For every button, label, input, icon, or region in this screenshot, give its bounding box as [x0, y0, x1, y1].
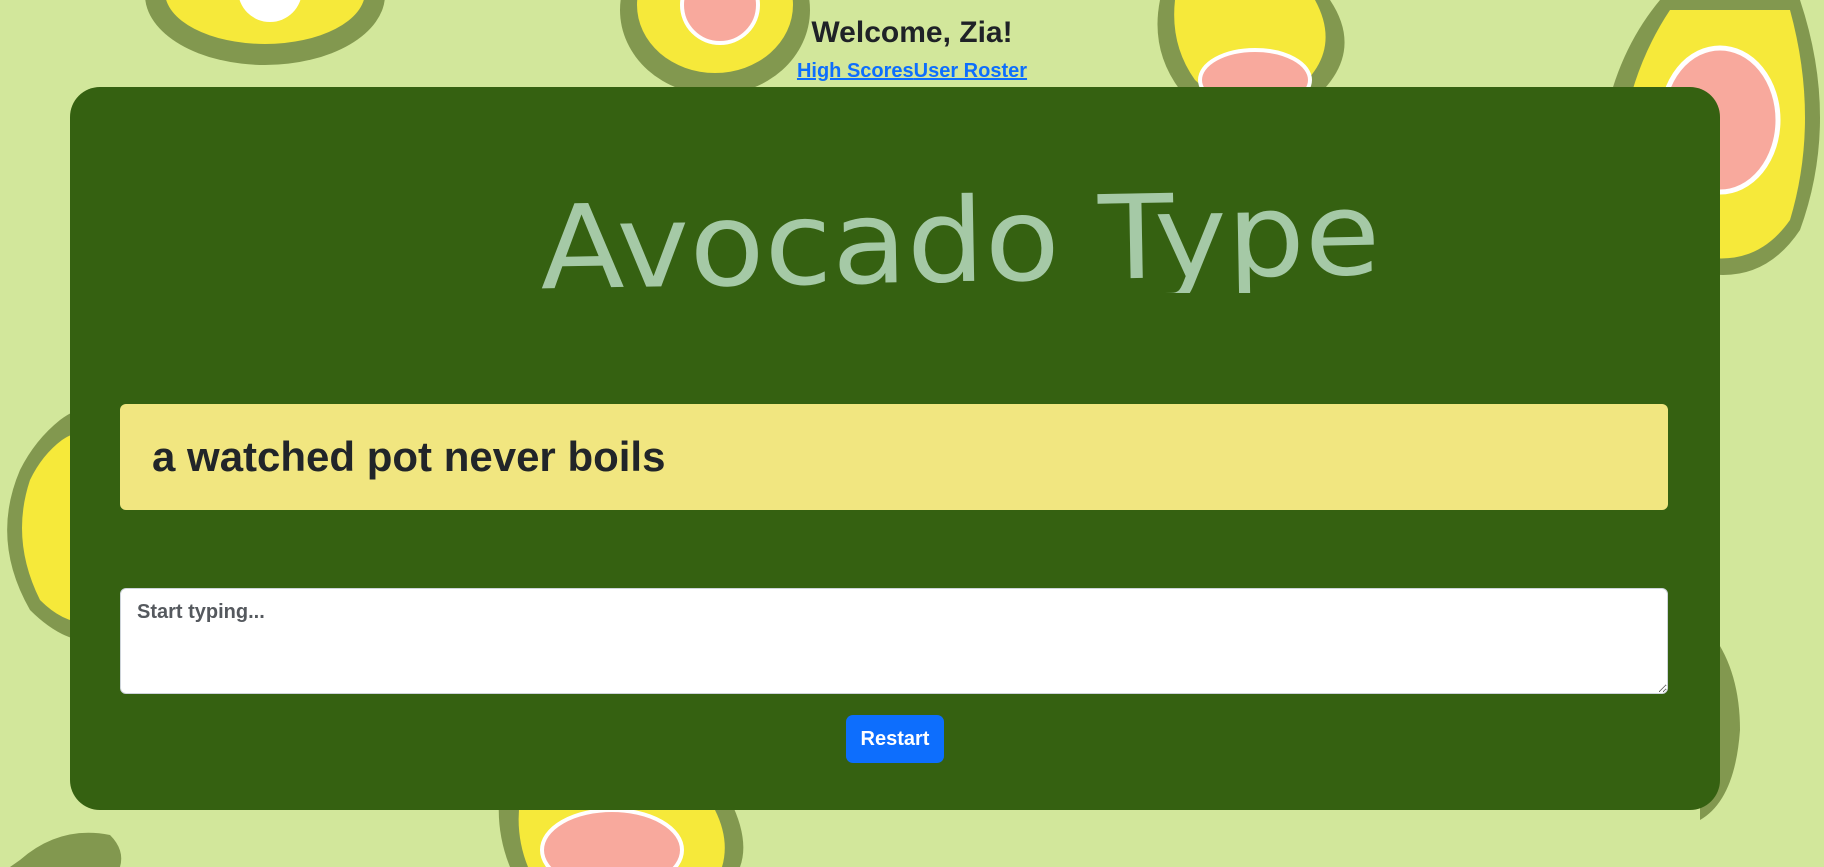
- app-title: Avocado Type: [539, 173, 1381, 293]
- user-roster-link[interactable]: User Roster: [914, 60, 1027, 82]
- header: Welcome, Zia! High ScoresUser Roster: [0, 0, 1824, 82]
- nav-links: High ScoresUser Roster: [0, 60, 1824, 82]
- game-card: Avocado Type a watched pot never boils R…: [70, 87, 1720, 810]
- app-logo: Avocado Type: [530, 167, 1400, 317]
- quote-text: a watched pot never boils: [152, 433, 666, 480]
- typing-input[interactable]: [120, 588, 1668, 694]
- restart-button[interactable]: Restart: [846, 715, 944, 763]
- quote-display: a watched pot never boils: [120, 404, 1668, 510]
- welcome-message: Welcome, Zia!: [811, 16, 1013, 49]
- avocado-icon: [10, 832, 122, 867]
- high-scores-link[interactable]: High Scores: [797, 60, 914, 82]
